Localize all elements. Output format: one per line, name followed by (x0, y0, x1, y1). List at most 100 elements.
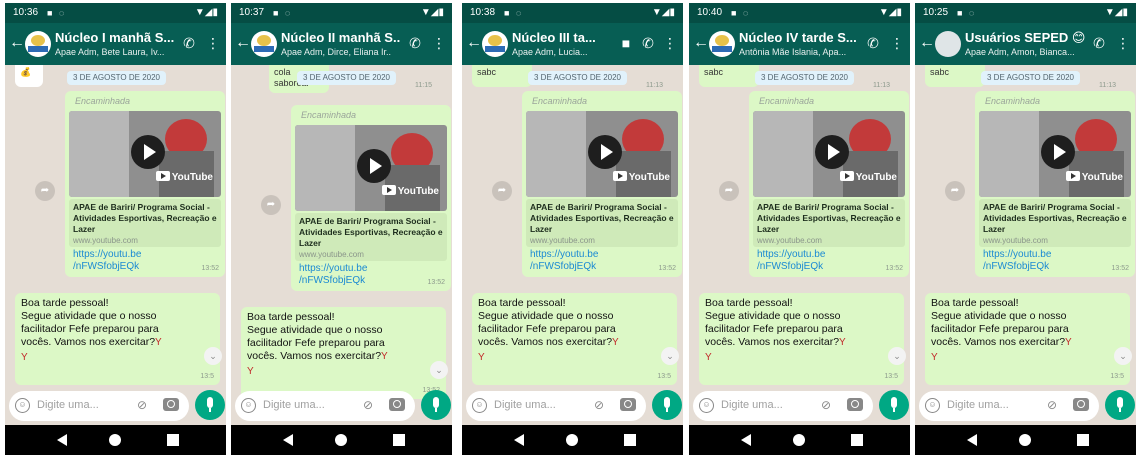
chat-area[interactable]: sabc 11:13 3 DE AGOSTO DE 2020 ➦ Encaminhada… (915, 65, 1136, 385)
video-thumbnail[interactable]: YouTube (295, 125, 447, 211)
youtube-url-link[interactable]: https://youtu.be/nFWSfobjEQk (757, 249, 867, 273)
scroll-down-icon[interactable]: ⌄ (204, 347, 222, 365)
chat-area[interactable]: cola saborear 11:15 3 DE AGOSTO DE 2020 ➦ En… (231, 65, 452, 399)
youtube-url-link[interactable]: https://youtu.be/nFWSfobjEQk (983, 249, 1093, 273)
attach-icon[interactable]: ⊘ (1047, 398, 1057, 412)
nav-home-icon[interactable] (793, 434, 805, 446)
attach-icon[interactable]: ⊘ (594, 398, 604, 412)
voice-call-icon[interactable]: ✆ (640, 34, 656, 52)
youtube-link-message[interactable]: Encaminhada YouTube APAE de Bariri/ Progra… (291, 105, 451, 291)
back-arrow-icon[interactable]: ← (693, 34, 709, 52)
attach-icon[interactable]: ⊘ (363, 398, 373, 412)
back-arrow-icon[interactable]: ← (466, 34, 482, 52)
add-call-icon[interactable]: ✆ (181, 34, 197, 52)
nav-home-icon[interactable] (1019, 434, 1031, 446)
group-title[interactable]: Núcleo I manhã S... (55, 30, 175, 45)
text-message[interactable]: Boa tarde pessoal! Segue atividade que o … (15, 293, 220, 385)
camera-icon[interactable] (1073, 398, 1089, 411)
message-input-bar[interactable]: ☺ Digite uma... ⊘ (235, 391, 415, 421)
youtube-url-link[interactable]: https://youtu.be/nFWSfobjEQk (73, 249, 183, 273)
add-call-icon[interactable]: ✆ (407, 34, 423, 52)
menu-dots-icon[interactable]: ⋮ (662, 34, 678, 52)
nav-back-icon[interactable] (741, 434, 751, 446)
youtube-link-message[interactable]: Encaminhada YouTube APAE de Bariri/ Progra… (522, 91, 682, 277)
youtube-url-link[interactable]: https://youtu.be/nFWSfobjEQk (530, 249, 640, 273)
forward-share-icon[interactable]: ➦ (945, 181, 965, 201)
chat-area[interactable]: 💰 3 DE AGOSTO DE 2020 ➦ Encaminhada YouTube A… (5, 65, 226, 385)
chat-area[interactable]: sabc 11:13 3 DE AGOSTO DE 2020 ➦ Encaminhada… (689, 65, 910, 385)
camera-icon[interactable] (620, 398, 636, 411)
video-thumbnail[interactable]: YouTube (69, 111, 221, 197)
camera-icon[interactable] (389, 398, 405, 411)
nav-back-icon[interactable] (514, 434, 524, 446)
text-message[interactable]: Boa tarde pessoal! Segue atividade que o … (472, 293, 677, 385)
emoji-icon[interactable]: ☺ (699, 398, 714, 413)
video-thumbnail[interactable]: YouTube (526, 111, 678, 197)
add-call-icon[interactable]: ✆ (865, 34, 881, 52)
youtube-link-message[interactable]: Encaminhada YouTube APAE de Bariri/ Progra… (975, 91, 1135, 277)
message-input[interactable]: Digite uma... (37, 399, 99, 411)
video-thumbnail[interactable]: YouTube (979, 111, 1131, 197)
emoji-icon[interactable]: ☺ (925, 398, 940, 413)
microphone-button[interactable] (195, 390, 225, 420)
scroll-down-icon[interactable]: ⌄ (661, 347, 679, 365)
attach-icon[interactable]: ⊘ (821, 398, 831, 412)
message-input[interactable]: Digite uma... (947, 399, 1009, 411)
menu-dots-icon[interactable]: ⋮ (1115, 34, 1131, 52)
forward-share-icon[interactable]: ➦ (35, 181, 55, 201)
microphone-button[interactable] (421, 390, 451, 420)
emoji-icon[interactable]: ☺ (241, 398, 256, 413)
play-button-icon[interactable] (588, 135, 622, 169)
nav-recents-icon[interactable] (624, 434, 636, 446)
group-avatar[interactable] (251, 31, 277, 57)
menu-dots-icon[interactable]: ⋮ (431, 34, 447, 52)
text-message[interactable]: Boa tarde pessoal! Segue atividade que o … (699, 293, 904, 385)
group-avatar[interactable] (25, 31, 51, 57)
message-input-bar[interactable]: ☺ Digite uma... ⊘ (693, 391, 873, 421)
video-thumbnail[interactable]: YouTube (753, 111, 905, 197)
link-preview[interactable]: APAE de Bariri/ Programa Social - Ativid… (753, 199, 905, 247)
nav-recents-icon[interactable] (851, 434, 863, 446)
nav-back-icon[interactable] (967, 434, 977, 446)
microphone-button[interactable] (652, 390, 682, 420)
text-message[interactable]: Boa tarde pessoal! Segue atividade que o … (925, 293, 1130, 385)
forward-share-icon[interactable]: ➦ (261, 195, 281, 215)
nav-back-icon[interactable] (57, 434, 67, 446)
link-preview[interactable]: APAE de Bariri/ Programa Social - Ativid… (295, 213, 447, 261)
message-input-bar[interactable]: ☺ Digite uma... ⊘ (9, 391, 189, 421)
group-avatar[interactable] (709, 31, 735, 57)
play-button-icon[interactable] (815, 135, 849, 169)
add-call-icon[interactable]: ✆ (1091, 34, 1107, 52)
group-title[interactable]: Usuários SEPED 😊 (965, 30, 1085, 46)
message-input[interactable]: Digite uma... (263, 399, 325, 411)
link-preview[interactable]: APAE de Bariri/ Programa Social - Ativid… (69, 199, 221, 247)
back-arrow-icon[interactable]: ← (235, 34, 251, 52)
link-preview[interactable]: APAE de Bariri/ Programa Social - Ativid… (979, 199, 1131, 247)
group-title[interactable]: Núcleo IV tarde S... (739, 30, 859, 45)
message-input[interactable]: Digite uma... (721, 399, 783, 411)
forward-share-icon[interactable]: ➦ (492, 181, 512, 201)
video-call-icon[interactable]: ■ (618, 34, 634, 52)
text-message[interactable]: Boa tarde pessoal! Segue atividade que o … (241, 307, 446, 399)
menu-dots-icon[interactable]: ⋮ (889, 34, 905, 52)
group-avatar[interactable] (482, 31, 508, 57)
scroll-down-icon[interactable]: ⌄ (1114, 347, 1132, 365)
emoji-icon[interactable]: ☺ (472, 398, 487, 413)
back-arrow-icon[interactable]: ← (9, 34, 25, 52)
nav-home-icon[interactable] (566, 434, 578, 446)
camera-icon[interactable] (163, 398, 179, 411)
youtube-url-link[interactable]: https://youtu.be/nFWSfobjEQk (299, 263, 409, 287)
scroll-down-icon[interactable]: ⌄ (430, 361, 448, 379)
message-input-bar[interactable]: ☺ Digite uma... ⊘ (919, 391, 1099, 421)
play-button-icon[interactable] (357, 149, 391, 183)
chat-area[interactable]: sabc 11:13 3 DE AGOSTO DE 2020 ➦ Encaminhada… (462, 65, 683, 385)
nav-recents-icon[interactable] (1077, 434, 1089, 446)
nav-home-icon[interactable] (109, 434, 121, 446)
play-button-icon[interactable] (1041, 135, 1075, 169)
message-input-bar[interactable]: ☺ Digite uma... ⊘ (466, 391, 646, 421)
forward-share-icon[interactable]: ➦ (719, 181, 739, 201)
group-avatar[interactable] (935, 31, 961, 57)
link-preview[interactable]: APAE de Bariri/ Programa Social - Ativid… (526, 199, 678, 247)
message-input[interactable]: Digite uma... (494, 399, 556, 411)
microphone-button[interactable] (879, 390, 909, 420)
